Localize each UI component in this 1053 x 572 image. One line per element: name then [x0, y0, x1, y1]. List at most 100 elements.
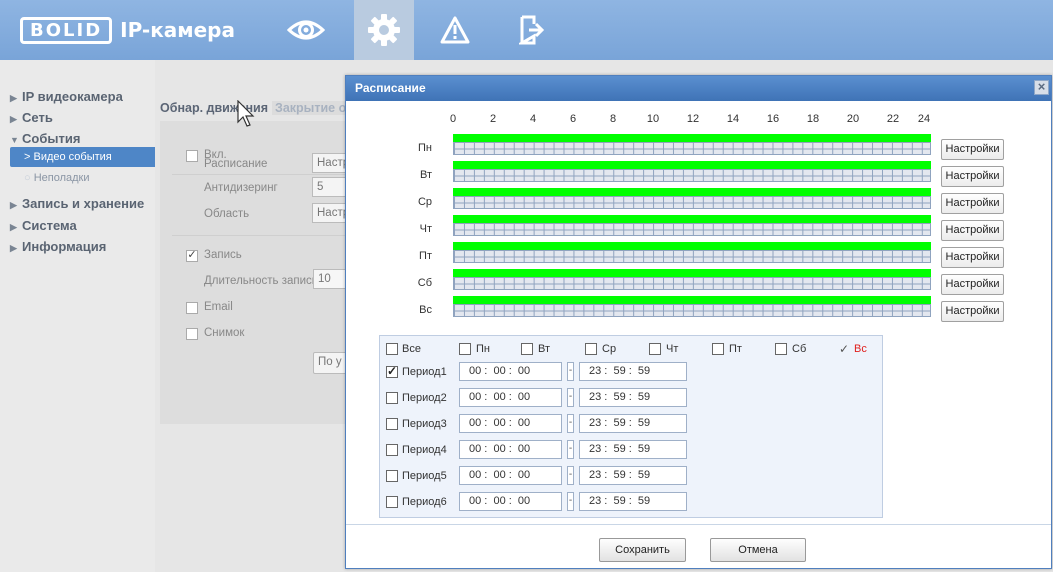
schedule-row-mon[interactable]: [453, 134, 931, 155]
nav-settings[interactable]: [354, 0, 414, 60]
sidebar-subitem-video-events[interactable]: > Видео события: [10, 147, 158, 167]
area-label: Область: [204, 208, 250, 220]
day-checkbox-sat[interactable]: [775, 343, 787, 355]
day-checkbox-thu[interactable]: [649, 343, 661, 355]
hour-label: 16: [766, 113, 780, 125]
period-start-time[interactable]: 00 : 00 : 00: [459, 466, 562, 485]
day-settings-button[interactable]: Настройки: [941, 301, 1004, 322]
period-end-time[interactable]: 23 : 59 : 59: [579, 492, 687, 511]
period-start-time[interactable]: 00 : 00 : 00: [459, 440, 562, 459]
snapshot-checkbox[interactable]: [186, 328, 198, 340]
day-label: Ср: [417, 196, 432, 208]
day-settings-button[interactable]: Настройки: [941, 139, 1004, 160]
schedule-row-thu[interactable]: [453, 215, 931, 236]
enable-checkbox[interactable]: [186, 150, 198, 162]
check-mark-icon[interactable]: ✓: [839, 342, 849, 356]
period-end-time[interactable]: 23 : 59 : 59: [579, 466, 687, 485]
sidebar-item-info[interactable]: ▶ Информация: [0, 236, 160, 258]
nav-alarm[interactable]: [425, 0, 485, 60]
period-checkbox[interactable]: [386, 470, 398, 482]
record-label: Запись: [204, 249, 242, 261]
sidebar-item-storage[interactable]: ▶ Запись и хранение: [0, 193, 160, 215]
period-start-time[interactable]: 00 : 00 : 00: [459, 492, 562, 511]
period-end-time[interactable]: 23 : 59 : 59: [579, 388, 687, 407]
schedule-row-wed[interactable]: [453, 188, 931, 209]
period-checkbox[interactable]: [386, 444, 398, 456]
period-separator: -: [567, 492, 574, 511]
schedule-row-sat[interactable]: [453, 269, 931, 290]
period-label: Период2: [402, 392, 447, 404]
day-checkbox-all[interactable]: [386, 343, 398, 355]
period-separator: -: [567, 466, 574, 485]
day-settings-button[interactable]: Настройки: [941, 166, 1004, 187]
cancel-button[interactable]: Отмена: [710, 538, 806, 562]
period-checkbox[interactable]: [386, 418, 398, 430]
period-end-time[interactable]: 23 : 59 : 59: [579, 414, 687, 433]
schedule-row-tue[interactable]: [453, 161, 931, 182]
period-end-time[interactable]: 23 : 59 : 59: [579, 440, 687, 459]
day-checkbox-label: Пн: [476, 343, 490, 355]
day-checkbox-wed[interactable]: [585, 343, 597, 355]
nav-live-view[interactable]: [276, 0, 336, 60]
day-label: Сб: [417, 277, 432, 289]
hour-label: 4: [529, 113, 537, 125]
day-label: Чт: [419, 223, 432, 235]
gear-icon: [368, 14, 400, 46]
day-settings-button[interactable]: Настройки: [941, 220, 1004, 241]
nav-logout[interactable]: [502, 0, 562, 60]
period-checkbox[interactable]: [386, 364, 398, 378]
period-separator: -: [567, 440, 574, 459]
period-checkbox[interactable]: [386, 392, 398, 404]
sidebar-subitem-faults[interactable]: ○ Неполадки: [10, 168, 150, 188]
day-settings-button[interactable]: Настройки: [941, 247, 1004, 268]
sidebar-item-system[interactable]: ▶ Система: [0, 215, 160, 237]
record-checkbox[interactable]: ✓: [186, 250, 198, 262]
hour-label: 24: [917, 113, 931, 125]
period-start-time[interactable]: 00 : 00 : 00: [459, 362, 562, 381]
divider: [172, 235, 350, 236]
day-checkbox-label: Ср: [602, 343, 617, 355]
period-start-time[interactable]: 00 : 00 : 00: [459, 388, 562, 407]
save-button[interactable]: Сохранить: [599, 538, 686, 562]
schedule-row-sun[interactable]: [453, 296, 931, 317]
period-label: Период6: [402, 496, 447, 508]
email-label: Email: [204, 301, 233, 313]
record-duration-label: Длительность записи: [204, 275, 319, 287]
period-separator: -: [567, 414, 574, 433]
schedule-row-fri[interactable]: [453, 242, 931, 263]
sidebar-item-label: События: [22, 131, 81, 146]
day-label: Вт: [419, 169, 432, 181]
period-start-time[interactable]: 00 : 00 : 00: [459, 414, 562, 433]
close-icon[interactable]: ×: [1034, 80, 1049, 95]
period-separator: -: [567, 362, 574, 381]
hour-label: 10: [646, 113, 660, 125]
dialog-title: Расписание: [355, 81, 426, 95]
day-checkbox-label: Вт: [538, 343, 551, 355]
day-settings-button[interactable]: Настройки: [941, 274, 1004, 295]
period-checkbox[interactable]: [386, 496, 398, 508]
sidebar-item-camera[interactable]: ▶ IP видеокамера: [0, 86, 160, 108]
logo: BOLID IP-камера: [20, 15, 235, 45]
sidebar-item-network[interactable]: ▶ Сеть: [0, 107, 160, 129]
mouse-cursor-icon: [237, 100, 255, 127]
default-button[interactable]: По у: [313, 352, 348, 374]
exit-icon: [519, 15, 545, 45]
antidither-label: Антидизеринг: [204, 182, 278, 194]
sidebar-item-label: Информация: [22, 239, 107, 254]
day-checkbox-label: Сб: [792, 343, 807, 355]
sidebar-item-label: Запись и хранение: [22, 196, 145, 211]
record-duration-input[interactable]: 10: [313, 269, 348, 289]
hour-label: 0: [449, 113, 457, 125]
day-settings-button[interactable]: Настройки: [941, 193, 1004, 214]
day-checkbox-fri[interactable]: [712, 343, 724, 355]
dialog-divider: [346, 524, 1051, 525]
hour-label: 18: [806, 113, 820, 125]
day-checkbox-tue[interactable]: [521, 343, 533, 355]
hour-label: 14: [726, 113, 740, 125]
day-checkbox-mon[interactable]: [459, 343, 471, 355]
day-label: Пн: [418, 142, 432, 154]
email-checkbox[interactable]: [186, 302, 198, 314]
period-label: Период5: [402, 470, 447, 482]
period-label: Период1: [402, 366, 447, 378]
period-end-time[interactable]: 23 : 59 : 59: [579, 362, 687, 381]
